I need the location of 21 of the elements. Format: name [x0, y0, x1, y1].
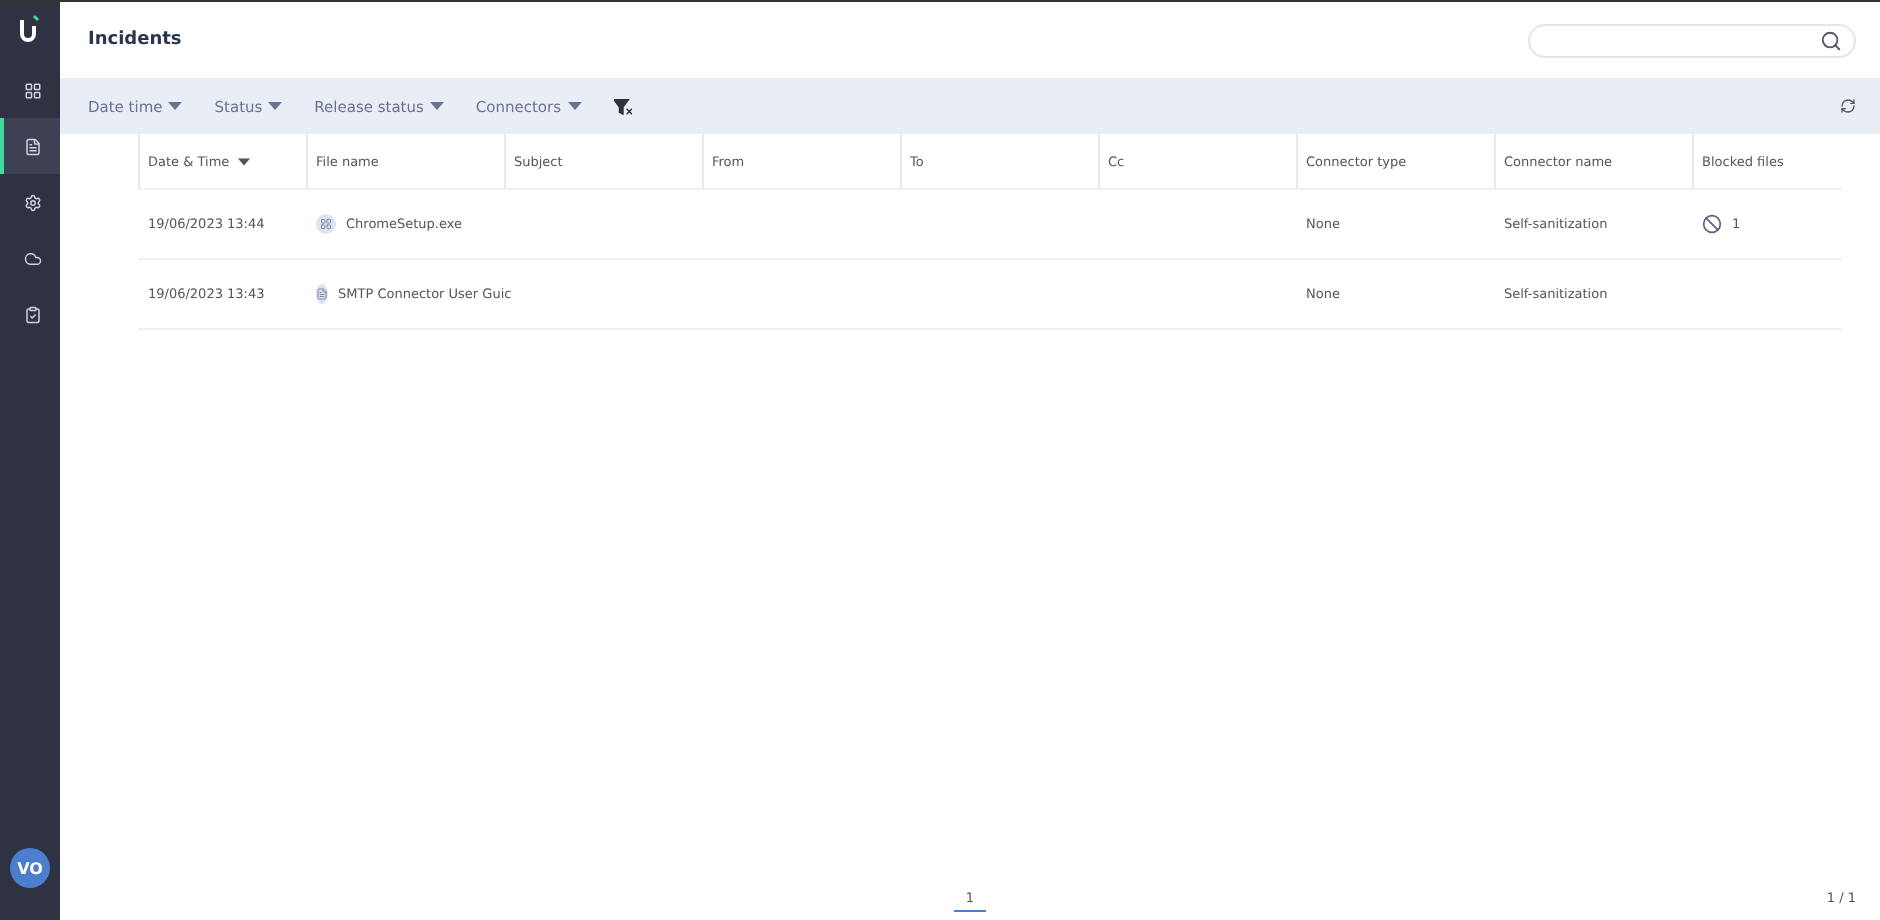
cloud-icon [23, 249, 41, 267]
clipboard-icon [23, 305, 41, 323]
page-title: Incidents [88, 30, 182, 50]
refresh-icon[interactable] [1840, 98, 1856, 114]
search-icon [1820, 29, 1842, 51]
document-icon [316, 284, 328, 304]
user-avatar[interactable]: VO [10, 848, 50, 888]
incidents-nav-item[interactable] [0, 118, 60, 174]
caret-icon [567, 102, 581, 110]
grid-icon [23, 81, 41, 99]
settings-icon [23, 193, 41, 211]
search-field[interactable] [1528, 23, 1856, 57]
caret-icon [429, 102, 444, 110]
caret-icon [168, 102, 183, 110]
file-icon [316, 214, 336, 234]
clear-filter-icon[interactable] [613, 97, 631, 115]
caret-icon [268, 102, 283, 110]
blocked-icon [1702, 214, 1722, 234]
sort-caret-icon [237, 157, 250, 165]
logo-icon [18, 14, 42, 42]
document-icon [23, 137, 41, 155]
